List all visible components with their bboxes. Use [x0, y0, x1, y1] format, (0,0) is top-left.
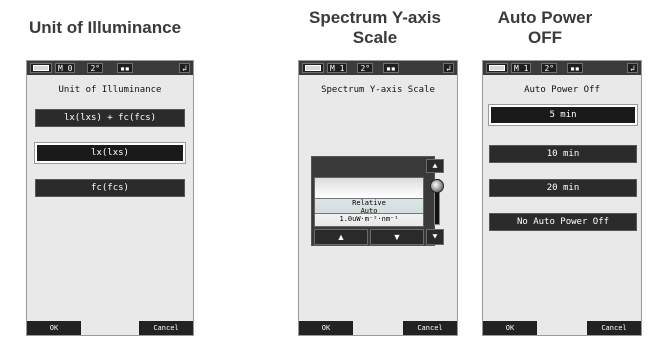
option-lx[interactable]: lx(lxs) — [34, 142, 186, 164]
return-icon: ↲ — [627, 63, 638, 73]
scale-picker: Relative Auto 1.0uW·m⁻²·nm⁻¹ ⯅ ▲ ▼ ⯆ — [311, 156, 444, 246]
arrow-bottom-icon: ⯆ — [431, 231, 439, 242]
heading-auto-power-off: Auto Power OFF — [470, 8, 620, 48]
memory-icon: ▪▪ — [567, 63, 583, 73]
heading-line: Auto Power — [497, 8, 593, 27]
option-10-min[interactable]: 10 min — [489, 145, 637, 163]
arrow-down-icon: ▼ — [392, 232, 402, 242]
measurement-mode: M 1 — [511, 63, 532, 73]
unit-of-illuminance-screen: M 0 2° ▪▪ ↲ Unit of Illuminance lx(lxs) … — [26, 60, 194, 336]
battery-icon — [33, 65, 49, 71]
reel-item-unit[interactable]: 1.0uW·m⁻²·nm⁻¹ — [315, 215, 423, 223]
option-20-min[interactable]: 20 min — [489, 179, 637, 197]
heading-unit-of-illuminance: Unit of Illuminance — [28, 18, 182, 37]
reel-item-auto[interactable]: Auto — [315, 207, 423, 215]
battery-segment — [486, 63, 508, 73]
screen-title: Auto Power Off — [524, 85, 600, 95]
measurement-mode: M 0 — [55, 63, 76, 73]
measurement-mode: M 1 — [327, 63, 348, 73]
arrow-top-icon: ⯅ — [431, 160, 439, 171]
cancel-button[interactable]: Cancel — [403, 321, 457, 335]
battery-icon — [489, 65, 505, 71]
status-bar: M 1 2° ▪▪ ↲ — [299, 61, 457, 75]
option-lx-and-fc[interactable]: lx(lxs) + fc(fcs) — [35, 109, 185, 127]
scroll-up-button[interactable]: ▲ — [314, 229, 368, 245]
ok-button[interactable]: OK — [27, 321, 81, 335]
auto-power-off-screen: M 1 2° ▪▪ ↲ Auto Power Off 5 min 10 min … — [482, 60, 642, 336]
arrow-up-icon: ▲ — [336, 232, 346, 242]
return-icon: ↲ — [443, 63, 454, 73]
status-bar: M 0 2° ▪▪ ↲ — [27, 61, 193, 75]
option-no-auto-power-off[interactable]: No Auto Power Off — [489, 213, 637, 231]
observer-angle: 2° — [87, 63, 104, 73]
scroll-top-button[interactable]: ⯅ — [426, 159, 444, 173]
scroll-bottom-button[interactable]: ⯆ — [426, 229, 444, 245]
cancel-button[interactable]: Cancel — [587, 321, 641, 335]
battery-segment — [302, 63, 324, 73]
cancel-button[interactable]: Cancel — [139, 321, 193, 335]
memory-icon: ▪▪ — [383, 63, 399, 73]
option-fc[interactable]: fc(fcs) — [35, 179, 185, 197]
option-5-min[interactable]: 5 min — [488, 104, 638, 126]
heading-line: Scale — [352, 28, 398, 47]
return-icon: ↲ — [179, 63, 190, 73]
heading-spectrum-y-axis-scale: Spectrum Y-axis Scale — [290, 8, 460, 48]
ok-button[interactable]: OK — [483, 321, 537, 335]
status-bar: M 1 2° ▪▪ ↲ — [483, 61, 641, 75]
scroll-slider-knob[interactable] — [430, 179, 444, 193]
observer-angle: 2° — [541, 63, 558, 73]
screen-title: Unit of Illuminance — [58, 85, 162, 95]
battery-segment — [30, 63, 52, 73]
memory-icon: ▪▪ — [117, 63, 133, 73]
observer-angle: 2° — [357, 63, 374, 73]
battery-icon — [305, 65, 321, 71]
reel-item-relative[interactable]: Relative — [315, 199, 423, 207]
heading-line: Spectrum Y-axis — [309, 8, 441, 27]
spectrum-y-axis-scale-screen: M 1 2° ▪▪ ↲ Spectrum Y-axis Scale Relati… — [298, 60, 458, 336]
scale-reel[interactable]: Relative Auto 1.0uW·m⁻²·nm⁻¹ — [314, 177, 424, 227]
scroll-down-button[interactable]: ▼ — [370, 229, 424, 245]
ok-button[interactable]: OK — [299, 321, 353, 335]
heading-line: OFF — [528, 28, 562, 47]
screen-title: Spectrum Y-axis Scale — [321, 85, 435, 95]
